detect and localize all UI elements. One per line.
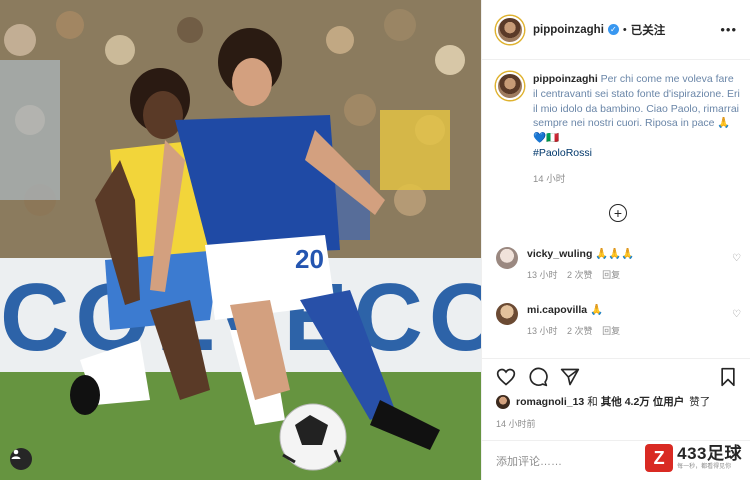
comment-meta: 13 小时 2 次赞 回复 bbox=[527, 268, 635, 281]
following-button[interactable]: 已关注 bbox=[631, 22, 666, 38]
comment-text: 🙏 bbox=[590, 304, 604, 316]
comment-time: 13 小时 bbox=[527, 270, 558, 280]
save-bookmark-icon[interactable] bbox=[718, 367, 738, 387]
instagram-post-view: COLVECO 20 bbox=[0, 0, 750, 480]
liker-username[interactable]: romagnoli_13 bbox=[516, 396, 584, 408]
likes-connector: 和 bbox=[587, 396, 598, 408]
likes-others-count[interactable]: 其他 4.2万 位用户 bbox=[601, 394, 684, 409]
comment-time: 13 小时 bbox=[527, 326, 558, 336]
comment-likes[interactable]: 2 次赞 bbox=[567, 270, 593, 280]
author-username[interactable]: pippoinzaghi bbox=[533, 24, 604, 36]
more-options-icon[interactable]: ••• bbox=[720, 22, 737, 37]
author-avatar[interactable] bbox=[496, 15, 524, 44]
caption-hashtag[interactable]: #PaoloRossi bbox=[533, 147, 592, 159]
comment-username[interactable]: vicky_wuling bbox=[527, 248, 592, 260]
watermark-logo: Z bbox=[645, 444, 674, 472]
post-header: pippoinzaghi ✓ • 已关注 ••• bbox=[482, 0, 750, 60]
comment-like-heart-icon[interactable]: ♡ bbox=[732, 253, 741, 264]
post-photo[interactable]: COLVECO 20 bbox=[0, 0, 481, 480]
watermark-subtitle: 每一秒，都看得见你 bbox=[677, 464, 732, 470]
liker-avatar[interactable] bbox=[496, 394, 510, 409]
post-side-panel: pippoinzaghi ✓ • 已关注 ••• pippoinzaghi Pe… bbox=[481, 0, 750, 480]
comment-username[interactable]: mi.capovilla bbox=[527, 304, 587, 316]
post-actions-bar bbox=[482, 358, 750, 394]
comment-item: mi.capovilla 🙏 13 小时 2 次赞 回复 ♡ bbox=[496, 303, 741, 337]
comment-avatar[interactable] bbox=[496, 247, 518, 269]
comment-like-heart-icon[interactable]: ♡ bbox=[732, 309, 741, 320]
comment-likes[interactable]: 2 次赞 bbox=[567, 326, 593, 336]
caption-author-avatar[interactable] bbox=[496, 72, 524, 100]
comment-input[interactable]: 添加评论…… bbox=[496, 453, 562, 469]
comment-line: mi.capovilla 🙏 bbox=[527, 303, 627, 316]
watermark-text: 433足球 每一秒，都看得见你 bbox=[677, 445, 742, 471]
comment-reply-button[interactable]: 回复 bbox=[602, 326, 620, 336]
comment-item: vicky_wuling 🙏🙏🙏 13 小时 2 次赞 回复 ♡ bbox=[496, 247, 741, 281]
verified-badge-icon: ✓ bbox=[607, 24, 619, 35]
comment-body: vicky_wuling 🙏🙏🙏 13 小时 2 次赞 回复 bbox=[527, 247, 635, 281]
likes-suffix: 赞了 bbox=[689, 396, 711, 408]
comment-bubble-icon[interactable] bbox=[528, 367, 548, 387]
caption-time: 14 小时 bbox=[533, 173, 566, 185]
share-send-icon[interactable] bbox=[560, 367, 580, 387]
header-separator: • bbox=[622, 23, 627, 36]
post-caption: pippoinzaghi Per chi come me voleva fare… bbox=[496, 72, 741, 188]
like-heart-icon[interactable] bbox=[496, 367, 516, 387]
comment-body: mi.capovilla 🙏 13 小时 2 次赞 回复 bbox=[527, 303, 627, 337]
comment-avatar[interactable] bbox=[496, 303, 518, 325]
comment-line: vicky_wuling 🙏🙏🙏 bbox=[527, 247, 635, 260]
tagged-users-button[interactable] bbox=[10, 448, 32, 470]
comment-meta: 13 小时 2 次赞 回复 bbox=[527, 324, 627, 337]
football-photo-illustration: COLVECO 20 bbox=[0, 0, 481, 480]
load-more-comments-button[interactable]: + bbox=[609, 204, 627, 222]
comment-reply-button[interactable]: 回复 bbox=[602, 270, 620, 280]
post-timestamp[interactable]: 14 小时前 bbox=[496, 417, 536, 430]
caption-username[interactable]: pippoinzaghi bbox=[533, 73, 598, 85]
comment-text: 🙏🙏🙏 bbox=[595, 248, 635, 260]
caption-body: pippoinzaghi Per chi come me voleva fare… bbox=[533, 72, 741, 188]
watermark: Z 433足球 每一秒，都看得见你 bbox=[645, 444, 742, 472]
watermark-title: 433足球 bbox=[677, 444, 742, 463]
user-tag-icon bbox=[11, 449, 21, 459]
likes-summary: romagnoli_13 和 其他 4.2万 位用户 赞了 bbox=[496, 394, 710, 409]
svg-text:20: 20 bbox=[295, 244, 324, 274]
